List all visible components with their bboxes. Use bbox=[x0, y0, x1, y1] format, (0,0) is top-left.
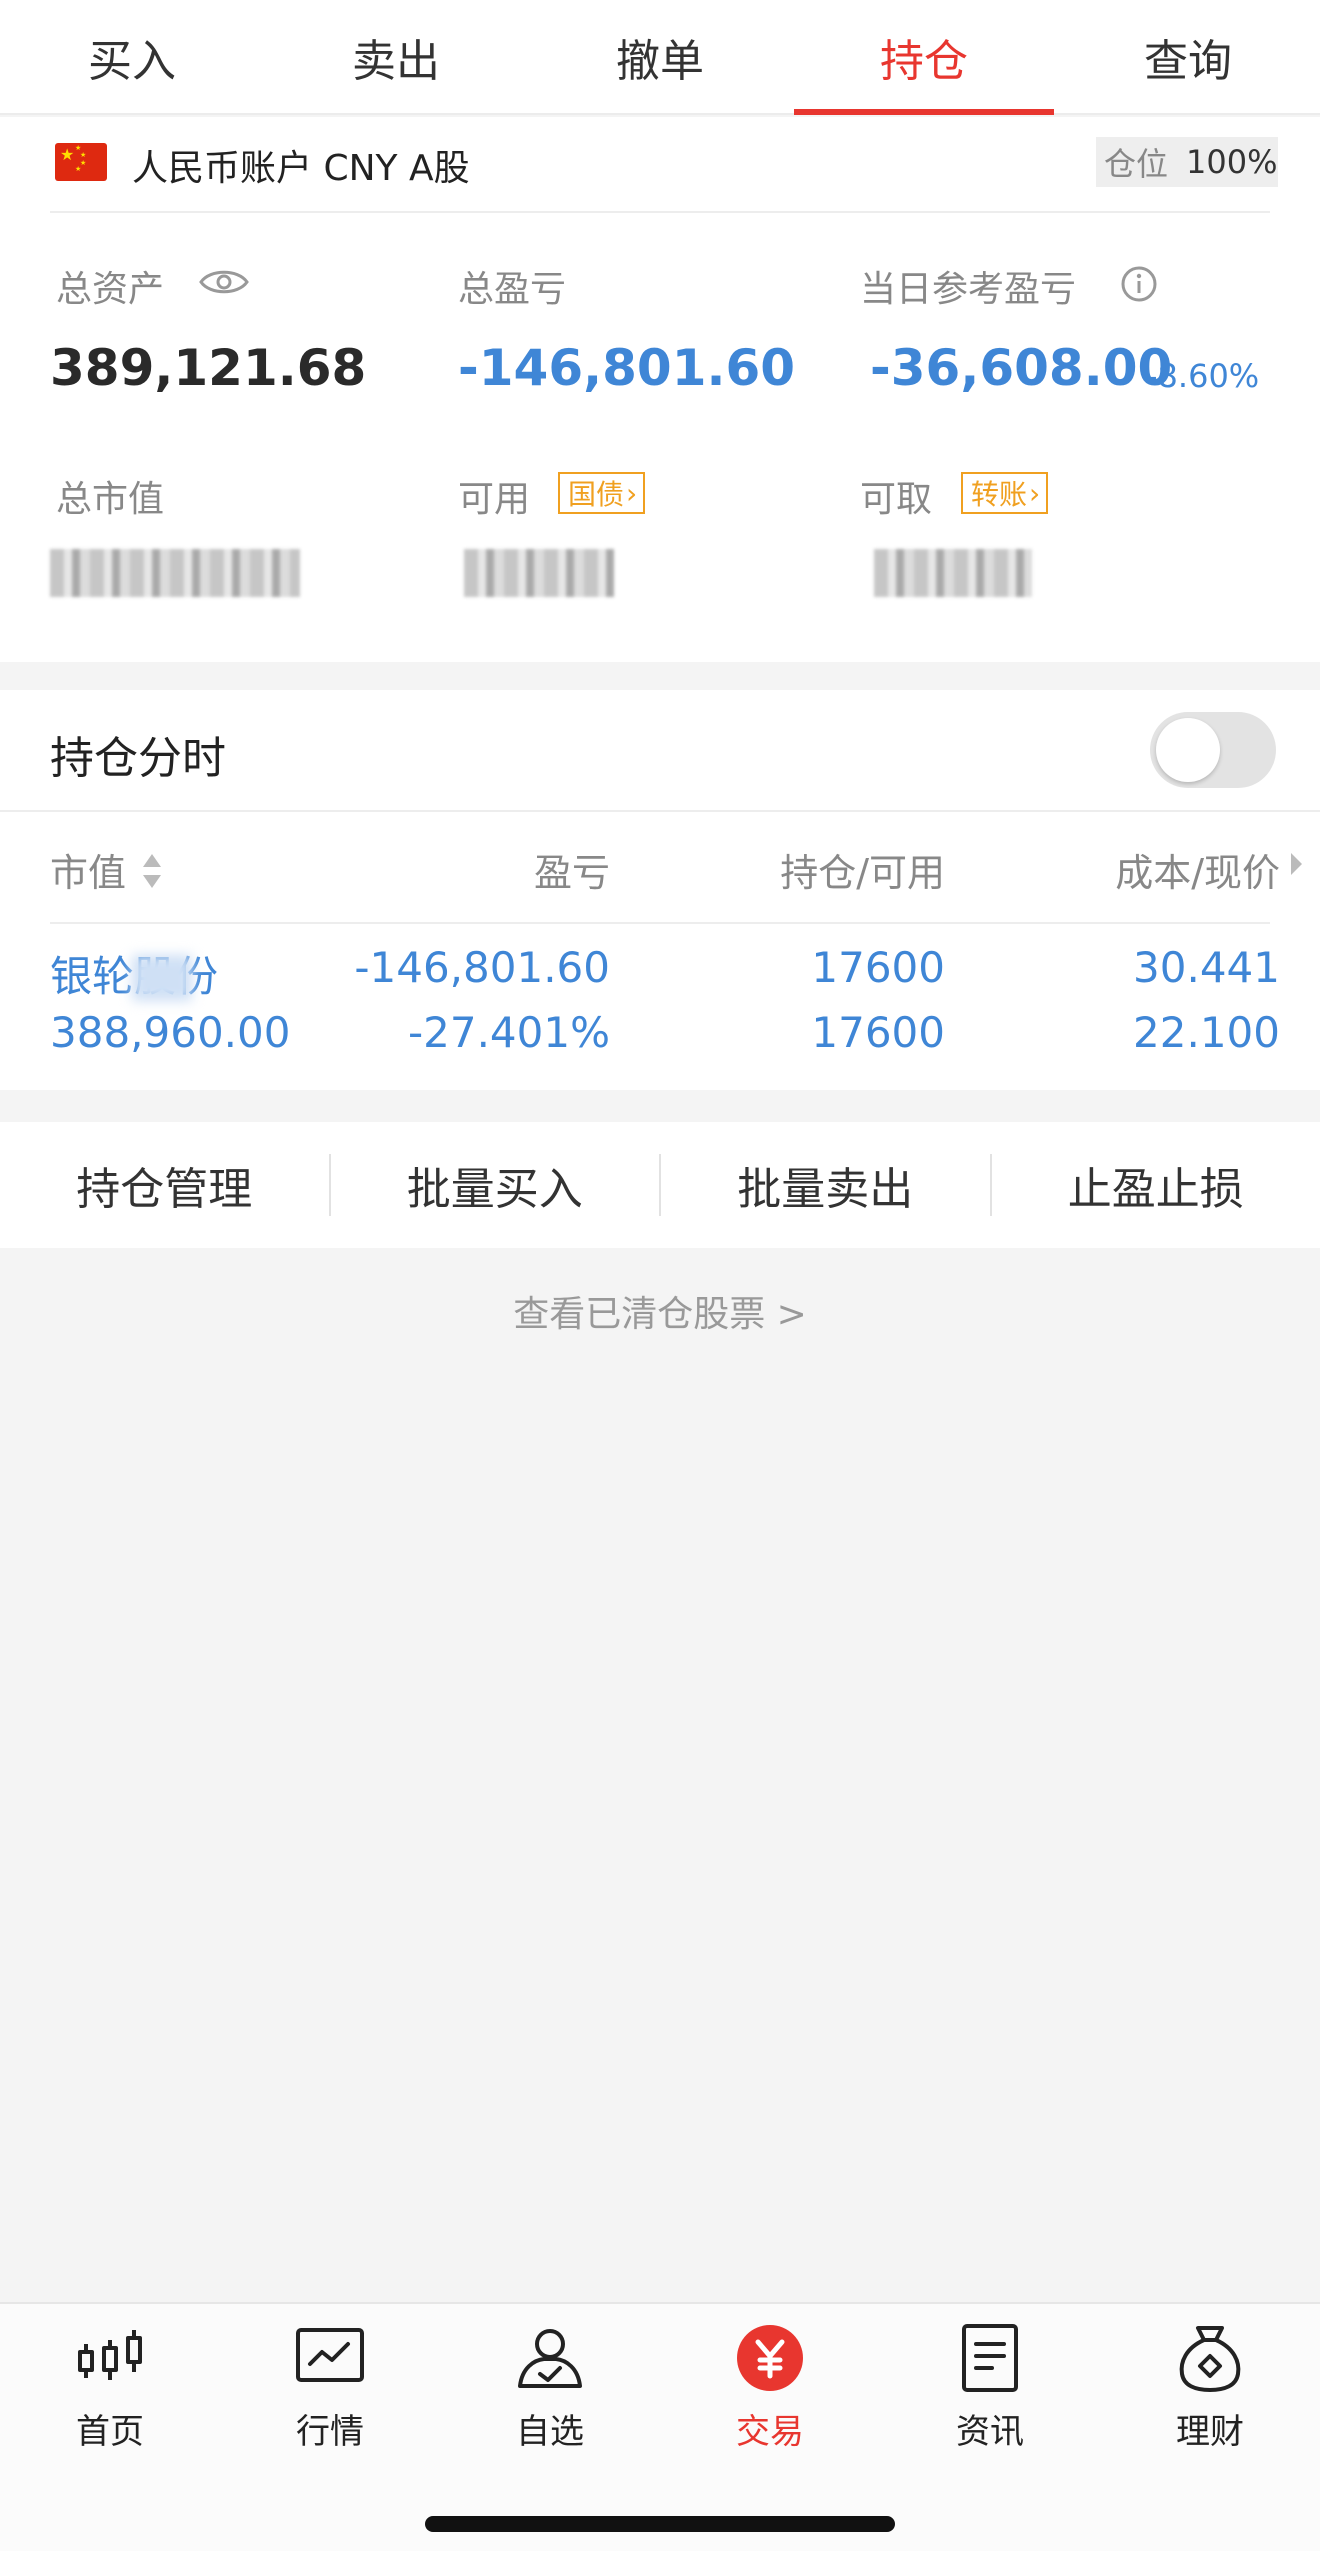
transfer-tag[interactable]: 转账 › bbox=[961, 472, 1049, 514]
nav-market[interactable]: 行情 bbox=[220, 2322, 440, 2472]
tab-buy[interactable]: 买入 bbox=[0, 0, 264, 113]
total-pnl-label: 总盈亏 bbox=[458, 269, 567, 310]
nav-news-label: 资讯 bbox=[956, 2412, 1024, 2452]
tab-sell[interactable]: 卖出 bbox=[264, 0, 528, 113]
account-row[interactable]: ★ ★ ★ ★ ★ 人民币账户 CNY A股 仓位 100% bbox=[50, 117, 1278, 213]
divider bbox=[0, 810, 1320, 812]
bottom-nav: 首页 行情 自选 交易 资讯 理财 bbox=[0, 2302, 1320, 2551]
position-ratio-badge: 仓位 100% bbox=[1096, 137, 1278, 187]
total-assets-value: 389,121.68 bbox=[50, 339, 367, 397]
column-header-cost-price: 成本/现价 bbox=[1115, 851, 1280, 895]
candlestick-icon bbox=[78, 2330, 142, 2380]
batch-sell-button[interactable]: 批量卖出 bbox=[661, 1153, 990, 1217]
stock-pnl-percent: -27.401% bbox=[407, 1008, 610, 1057]
view-cleared-stocks-link[interactable]: 查看已清仓股票 > bbox=[0, 1285, 1320, 1337]
stock-available: 17600 bbox=[811, 1008, 945, 1057]
money-bag-icon bbox=[1179, 2326, 1241, 2392]
tab-query[interactable]: 查询 bbox=[1056, 0, 1320, 113]
column-header-holding-available: 持仓/可用 bbox=[780, 851, 945, 895]
transfer-tag-label: 转账 bbox=[971, 478, 1028, 511]
chart-icon bbox=[296, 2328, 364, 2382]
home-indicator[interactable] bbox=[425, 2516, 895, 2532]
toggle-knob bbox=[1156, 718, 1220, 782]
column-header-pnl: 盈亏 bbox=[533, 851, 610, 895]
chevron-right-icon: › bbox=[1029, 476, 1041, 510]
stock-holding: 17600 bbox=[811, 943, 945, 992]
stock-name-blur bbox=[132, 955, 192, 1001]
position-label: 仓位 bbox=[1104, 145, 1169, 183]
nav-home-label: 首页 bbox=[76, 2412, 144, 2452]
holdings-panel: 持仓分时 市值 盈亏 持仓/可用 成本/现价 银轮股份 388,960.00 -… bbox=[0, 690, 1320, 1090]
nav-watchlist[interactable]: 自选 bbox=[440, 2322, 660, 2472]
divider bbox=[50, 922, 1270, 924]
stock-pnl: -146,801.60 bbox=[354, 943, 610, 992]
position-management-button[interactable]: 持仓管理 bbox=[0, 1153, 329, 1217]
available-value-obscured bbox=[464, 549, 614, 597]
nav-wealth-label: 理财 bbox=[1176, 2412, 1244, 2452]
stock-price: 22.100 bbox=[1133, 1008, 1280, 1057]
tab-cancel-order[interactable]: 撤单 bbox=[528, 0, 792, 113]
total-pnl-value: -146,801.60 bbox=[458, 339, 796, 397]
position-value: 100% bbox=[1186, 143, 1278, 181]
daily-pnl-value: -36,608.00 bbox=[870, 339, 1173, 397]
total-assets-label: 总资产 bbox=[56, 269, 165, 310]
daily-pnl-label: 当日参考盈亏 bbox=[860, 269, 1077, 310]
withdrawable-value-obscured bbox=[874, 549, 1032, 597]
account-name: 人民币账户 CNY A股 bbox=[132, 148, 470, 189]
nav-market-label: 行情 bbox=[296, 2412, 364, 2452]
tab-positions[interactable]: 持仓 bbox=[792, 0, 1056, 115]
document-icon bbox=[962, 2324, 1018, 2392]
holdings-timeline-toggle[interactable] bbox=[1150, 712, 1276, 788]
caret-right-icon[interactable] bbox=[1288, 850, 1304, 878]
yuan-icon bbox=[737, 2325, 803, 2391]
treasury-bond-tag[interactable]: 国债 › bbox=[558, 472, 646, 514]
market-value-label: 总市值 bbox=[56, 479, 165, 520]
column-header-market-value[interactable]: 市值 bbox=[50, 842, 126, 897]
nav-wealth[interactable]: 理财 bbox=[1100, 2322, 1320, 2472]
take-profit-stop-loss-button[interactable]: 止盈止损 bbox=[992, 1153, 1320, 1217]
holding-actions-bar: 持仓管理 批量买入 批量卖出 止盈止损 bbox=[0, 1122, 1320, 1248]
china-flag-icon: ★ ★ ★ ★ ★ bbox=[55, 143, 107, 181]
available-label: 可用 bbox=[458, 479, 531, 520]
stock-cost: 30.441 bbox=[1133, 943, 1280, 992]
withdrawable-label: 可取 bbox=[860, 479, 933, 520]
nav-trade[interactable]: 交易 bbox=[660, 2322, 880, 2472]
stock-market-value: 388,960.00 bbox=[50, 1008, 291, 1057]
daily-pnl-percent: -8.60% bbox=[1146, 357, 1260, 395]
info-icon[interactable] bbox=[1120, 265, 1158, 303]
nav-watchlist-label: 自选 bbox=[516, 2412, 584, 2452]
top-tab-bar: 买入 卖出 撤单 持仓 查询 bbox=[0, 0, 1320, 115]
batch-buy-button[interactable]: 批量买入 bbox=[331, 1153, 660, 1217]
nav-home[interactable]: 首页 bbox=[0, 2322, 220, 2472]
nav-news[interactable]: 资讯 bbox=[880, 2322, 1100, 2472]
sort-icon[interactable] bbox=[140, 848, 164, 894]
user-check-icon bbox=[518, 2329, 582, 2388]
account-summary: ★ ★ ★ ★ ★ 人民币账户 CNY A股 仓位 100% 总资产 总盈亏 当… bbox=[0, 117, 1320, 662]
treasury-bond-tag-label: 国债 bbox=[568, 478, 625, 511]
chevron-right-icon: › bbox=[626, 476, 638, 510]
market-value-obscured bbox=[50, 549, 300, 597]
nav-trade-label: 交易 bbox=[736, 2412, 804, 2452]
eye-icon[interactable] bbox=[198, 265, 250, 299]
holdings-timeline-title: 持仓分时 bbox=[50, 733, 226, 784]
